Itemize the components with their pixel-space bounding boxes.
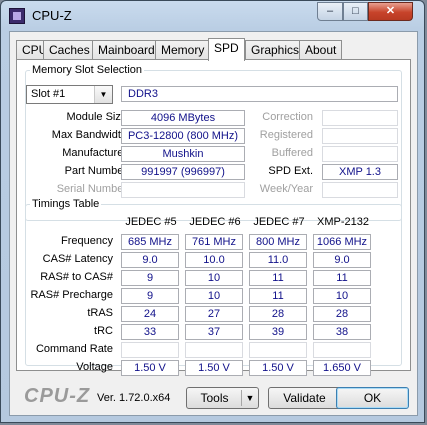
tools-button[interactable]: Tools ▼ bbox=[186, 387, 259, 409]
slot-select[interactable]: Slot #1 ▼ bbox=[26, 85, 113, 104]
chevron-down-icon[interactable]: ▼ bbox=[242, 388, 258, 408]
timings-cell: 9.0 bbox=[121, 252, 179, 268]
timings-cell: 10.0 bbox=[185, 252, 243, 268]
manufacturer-label: Manufacturer bbox=[62, 147, 127, 159]
timings-cell: 33 bbox=[121, 324, 179, 340]
timings-cell: 11 bbox=[313, 270, 371, 286]
serial-number-value bbox=[121, 182, 245, 198]
timings-cell: 11 bbox=[249, 270, 307, 286]
bottom-bar: CPU-Z Ver. 1.72.0.x64 Tools ▼ Validate O… bbox=[10, 371, 417, 417]
timings-cell: 28 bbox=[313, 306, 371, 322]
tab-caches[interactable]: Caches bbox=[43, 40, 96, 60]
client-area: CPU Caches Mainboard Memory SPD Graphics… bbox=[9, 31, 418, 416]
timings-cell: 37 bbox=[185, 324, 243, 340]
timings-cell: 9.0 bbox=[313, 252, 371, 268]
week-year-label: Week/Year bbox=[259, 183, 313, 195]
spd-ext-label: SPD Ext. bbox=[268, 165, 313, 177]
part-number-label: Part Number bbox=[64, 165, 127, 177]
registered-value bbox=[322, 128, 398, 144]
timings-row-label: Frequency bbox=[61, 235, 113, 247]
timings-cell: 27 bbox=[185, 306, 243, 322]
timings-cell: 10 bbox=[185, 270, 243, 286]
timings-column-header: JEDEC #7 bbox=[253, 216, 305, 228]
maximize-button[interactable]: □ bbox=[343, 2, 368, 21]
timings-column-header: JEDEC #6 bbox=[189, 216, 241, 228]
tab-spd[interactable]: SPD bbox=[208, 38, 245, 61]
timings-cell: 800 MHz bbox=[249, 234, 307, 250]
timings-column-header: XMP-2132 bbox=[317, 216, 369, 228]
window-title: CPU-Z bbox=[32, 8, 72, 23]
tab-memory[interactable]: Memory bbox=[155, 40, 211, 60]
timings-cell bbox=[121, 342, 179, 358]
serial-number-label: Serial Number bbox=[56, 183, 127, 195]
timings-cell: 38 bbox=[313, 324, 371, 340]
timings-row-label: Command Rate bbox=[35, 343, 113, 355]
tab-graphics[interactable]: Graphics bbox=[245, 40, 306, 60]
buffered-value bbox=[322, 146, 398, 162]
memory-type-field: DDR3 bbox=[121, 86, 398, 102]
max-bandwidth-label: Max Bandwidth bbox=[51, 129, 127, 141]
version-label: Ver. 1.72.0.x64 bbox=[97, 392, 171, 404]
timings-cell bbox=[249, 342, 307, 358]
spd-ext-value: XMP 1.3 bbox=[322, 164, 398, 180]
module-size-label: Module Size bbox=[66, 111, 127, 123]
title-bar[interactable]: CPU-Z – □ ✕ bbox=[1, 1, 424, 31]
manufacturer-value: Mushkin bbox=[121, 146, 245, 162]
cpuz-brand-logo: CPU-Z bbox=[24, 385, 91, 407]
module-size-value: 4096 MBytes bbox=[121, 110, 245, 126]
close-button[interactable]: ✕ bbox=[368, 2, 413, 21]
timings-cell: 28 bbox=[249, 306, 307, 322]
timings-cell: 39 bbox=[249, 324, 307, 340]
timings-cell: 24 bbox=[121, 306, 179, 322]
timings-row-label: RAS# Precharge bbox=[30, 289, 113, 301]
timings-cell: 685 MHz bbox=[121, 234, 179, 250]
max-bandwidth-value: PC3-12800 (800 MHz) bbox=[121, 128, 245, 144]
chevron-down-icon: ▼ bbox=[94, 86, 112, 103]
timings-cell: 1066 MHz bbox=[313, 234, 371, 250]
timings-cell bbox=[313, 342, 371, 358]
slot-select-value: Slot #1 bbox=[31, 88, 66, 100]
cpuz-app-icon bbox=[9, 8, 25, 24]
timings-column-header: JEDEC #5 bbox=[125, 216, 177, 228]
timings-row-label: tRAS bbox=[87, 307, 113, 319]
timings-row-label: tRC bbox=[94, 325, 113, 337]
registered-label: Registered bbox=[259, 129, 313, 141]
tools-button-label: Tools bbox=[200, 391, 229, 405]
tab-mainboard[interactable]: Mainboard bbox=[92, 40, 161, 60]
timings-cell: 10 bbox=[185, 288, 243, 304]
timings-row-label: CAS# Latency bbox=[42, 253, 113, 265]
timings-cell bbox=[185, 342, 243, 358]
spd-panel: Memory Slot Selection Slot #1 ▼ DDR3 Mod… bbox=[16, 59, 411, 376]
ok-button[interactable]: OK bbox=[336, 387, 409, 409]
tab-about[interactable]: About bbox=[299, 40, 343, 60]
timings-cell: 11 bbox=[249, 288, 307, 304]
correction-label: Correction bbox=[262, 111, 313, 123]
minimize-button[interactable]: – bbox=[317, 2, 343, 21]
timings-row-label: RAS# to CAS# bbox=[40, 271, 113, 283]
timings-cell: 11.0 bbox=[249, 252, 307, 268]
correction-value bbox=[322, 110, 398, 126]
part-number-value: 991997 (996997) bbox=[121, 164, 245, 180]
memory-slot-selection-title: Memory Slot Selection bbox=[32, 64, 143, 76]
timings-cell: 9 bbox=[121, 288, 179, 304]
timings-cell: 10 bbox=[313, 288, 371, 304]
cpuz-window: CPU-Z – □ ✕ CPU Caches Mainboard Memory … bbox=[0, 0, 425, 423]
timings-cell: 761 MHz bbox=[185, 234, 243, 250]
buffered-label: Buffered bbox=[271, 147, 313, 159]
timings-table-title: Timings Table bbox=[32, 198, 100, 210]
validate-button[interactable]: Validate bbox=[268, 387, 341, 409]
week-year-value bbox=[322, 182, 398, 198]
timings-cell: 9 bbox=[121, 270, 179, 286]
